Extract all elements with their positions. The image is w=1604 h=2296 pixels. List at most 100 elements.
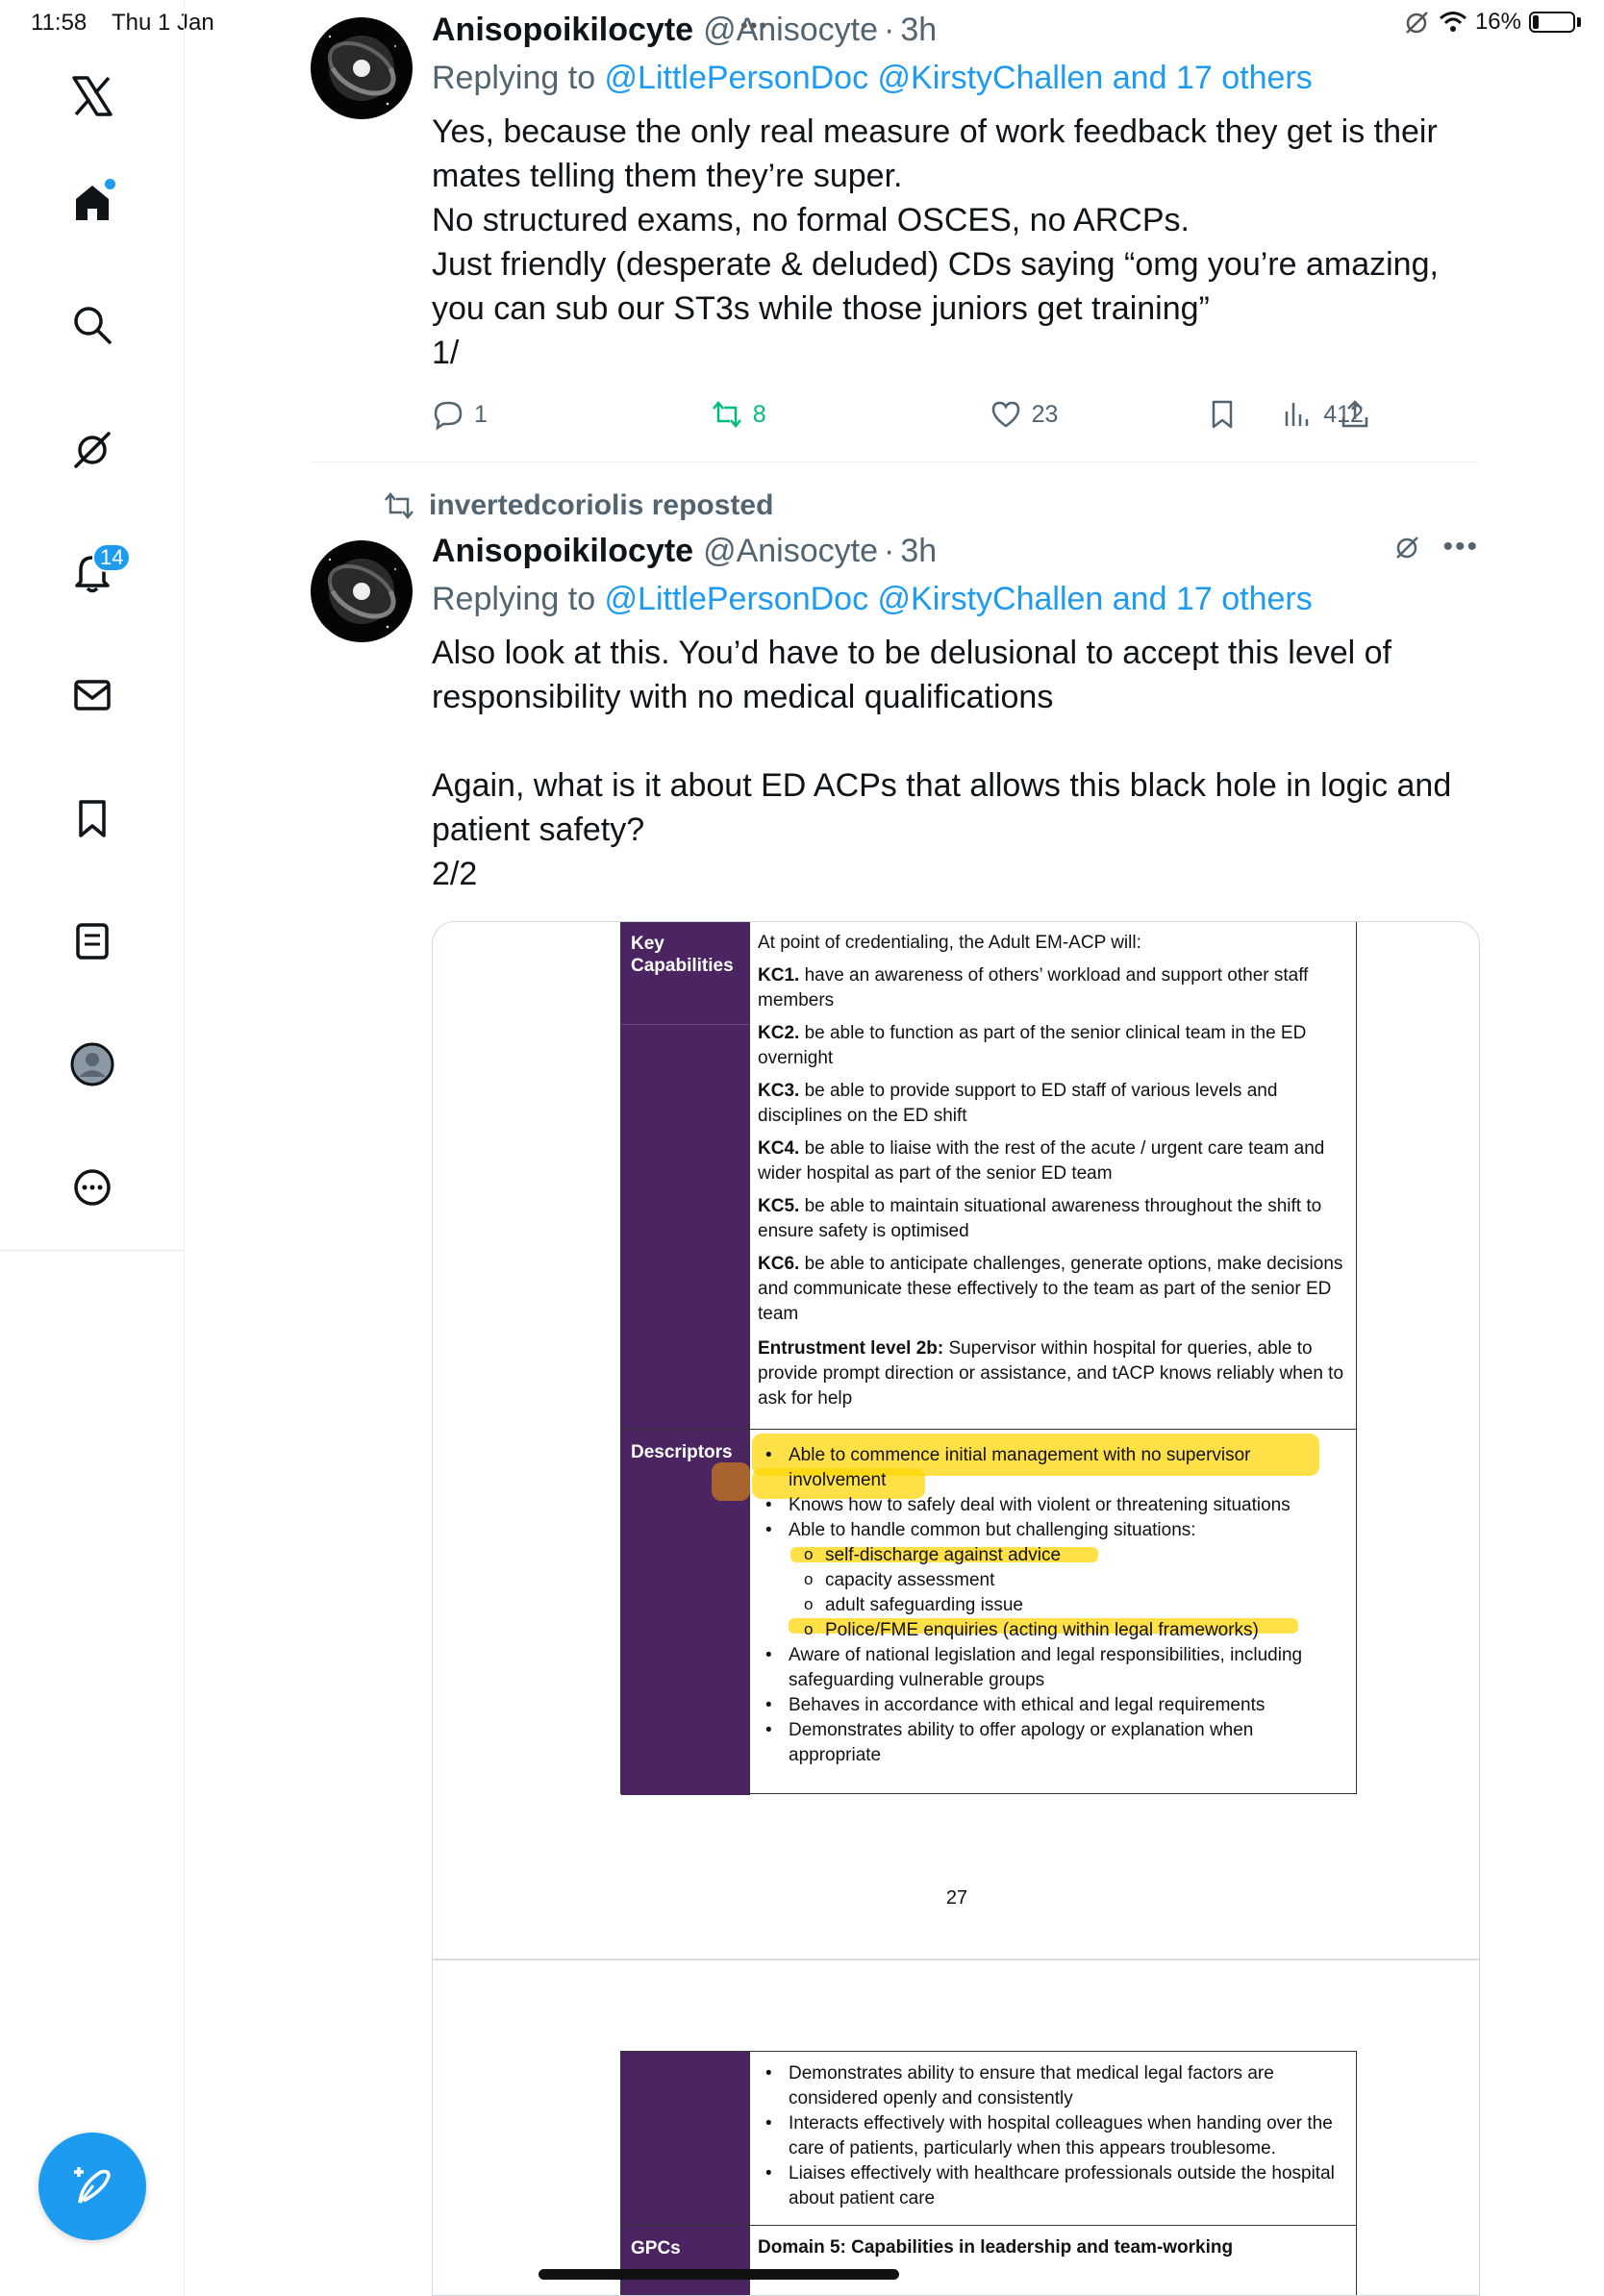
author-name[interactable]: Anisopoikilocyte [432,10,693,50]
page-number: 27 [945,1887,968,1909]
reply-mentions[interactable]: @LittlePersonDoc @KirstyChallen and 17 o… [605,581,1313,617]
more-options-icon[interactable]: ••• [1442,531,1479,563]
descriptor-subitem: self-discharge against advice [758,1542,1348,1568]
list-icon[interactable] [63,912,121,970]
highlight-mark [712,1462,750,1501]
tweet-header-actions: ••• [1392,531,1479,563]
kc-text: be able to maintain situational awarenes… [758,1196,1322,1241]
share-button[interactable] [1339,398,1371,431]
reply-prefix: Replying to [432,581,605,617]
bookmark-icon[interactable] [63,789,121,847]
continued-label-cell [621,2052,749,2225]
heart-icon [991,401,1019,428]
compose-button[interactable] [38,2133,146,2240]
reply-count: 1 [474,400,488,428]
views-icon [1286,403,1309,426]
kc-text: be able to provide support to ED staff o… [758,1081,1278,1126]
timestamp[interactable]: 3h [900,10,937,50]
x-logo-icon[interactable] [63,67,121,125]
descriptor-item: Aware of national legislation and legal … [758,1643,1348,1693]
author-handle[interactable]: @Anisocyte [703,10,878,50]
tweet-image[interactable]: Key Capabilities At point of credentiali… [432,921,1480,2296]
domain-heading: Domain 5: Capabilities in leadership and… [749,2226,1356,2295]
tweet-text: Yes, because the only real measure of wo… [432,113,1439,371]
document-page: Demonstrates ability to ensure that medi… [433,1960,1479,2295]
continued-content: Demonstrates ability to ensure that medi… [749,2052,1356,2225]
descriptors-content: Able to commence initial management with… [712,1430,1356,1795]
home-icon[interactable] [63,173,121,231]
key-capabilities-label: Key Capabilities [621,922,749,1429]
reply-icon [434,401,463,431]
author-name[interactable]: Anisopoikilocyte [432,531,693,571]
tweet-text: Also look at this. You’d have to be delu… [432,635,1452,892]
like-count: 23 [1031,400,1059,428]
reply-button[interactable]: 1 [432,398,488,431]
timeline: Anisopoikilocyte @Anisocyte · 3h Replyin… [186,0,1604,2296]
mail-icon[interactable] [63,666,121,724]
descriptor-item: Interacts effectively with hospital coll… [758,2111,1348,2161]
kc-code: KC6. [758,1254,800,1274]
kc-text: be able to liaise with the rest of the a… [758,1138,1325,1184]
search-icon[interactable] [63,296,121,354]
kc-code: KC2. [758,1023,800,1043]
grok-icon[interactable] [1392,533,1421,562]
avatar[interactable] [311,540,413,642]
descriptor-item: Liaises effectively with healthcare prof… [758,2161,1348,2211]
document-page: Key Capabilities At point of credentiali… [433,922,1479,1959]
replying-to: Replying to @LittlePersonDoc @KirstyChal… [432,58,1479,98]
descriptor-item: Behaves in accordance with ethical and l… [758,1693,1348,1718]
kc-text: have an awareness of others’ workload an… [758,965,1309,1011]
like-button[interactable]: 23 [990,398,1059,431]
repost-icon [712,401,741,428]
descriptor-item: Demonstrates ability to offer apology or… [758,1718,1348,1768]
kc-text: be able to anticipate challenges, genera… [758,1254,1343,1324]
home-indicator[interactable] [539,2269,899,2280]
profile-icon[interactable] [63,1036,121,1093]
capabilities-intro: At point of credentialing, the Adult EM-… [758,933,1141,953]
kc-code: KC5. [758,1196,800,1216]
repost-button[interactable]: 8 [711,398,766,431]
sidebar-divider [0,1250,185,1251]
avatar[interactable] [311,17,413,119]
timestamp[interactable]: 3h [900,531,937,571]
descriptors-row: Descriptors Able to commence initial man… [621,1429,1356,1795]
gpcs-label: GPCs [621,2226,749,2295]
bookmark-button[interactable] [1206,398,1239,431]
sidebar: 14 [0,0,185,2296]
bookmark-icon [1212,400,1233,429]
replying-to: Replying to @LittlePersonDoc @KirstyChal… [432,579,1479,619]
repost-context[interactable]: invertedcoriolis reposted [383,489,773,522]
bell-icon[interactable]: 14 [63,543,132,601]
descriptor-subitem: Police/FME enquiries (acting within lega… [758,1617,1348,1643]
descriptor-subitem: adult safeguarding issue [758,1592,1348,1618]
grok-nav-icon[interactable] [63,420,121,478]
reply-mentions[interactable]: @LittlePersonDoc @KirstyChallen and 17 o… [605,60,1313,96]
share-icon [1341,400,1368,428]
tweet-actions: 1 8 23 412 [432,398,1479,431]
notifications-badge: 14 [92,543,132,572]
repost-label: invertedcoriolis reposted [429,489,774,521]
separator-dot: · [883,12,895,48]
more-icon[interactable] [63,1159,121,1216]
gpcs-row: GPCs Domain 5: Capabilities in leadershi… [621,2225,1356,2295]
compose-icon [74,2167,111,2204]
descriptor-item: Able to handle common but challenging si… [758,1518,1348,1543]
key-capabilities-content: At point of credentialing, the Adult EM-… [749,922,1356,1429]
separator-dot: · [883,533,895,569]
entrustment-label: Entrustment level 2b: [758,1338,944,1359]
descriptor-item: Able to commence initial management with… [758,1443,1348,1493]
capabilities-table: Key Capabilities At point of credentiali… [620,922,1357,1795]
descriptor-item: Demonstrates ability to ensure that medi… [758,2061,1348,2111]
home-unread-dot [105,179,115,189]
descriptor-item: Knows how to safely deal with violent or… [758,1493,1348,1518]
author-handle[interactable]: @Anisocyte [703,531,878,571]
capabilities-table-continued: Demonstrates ability to ensure that medi… [620,2051,1357,2295]
bullets-row: Demonstrates ability to ensure that medi… [621,2052,1356,2225]
kc-code: KC4. [758,1138,800,1159]
cell-divider [621,1024,749,1025]
repost-icon [385,492,414,519]
reply-prefix: Replying to [432,60,605,96]
descriptor-subitem: capacity assessment [758,1567,1348,1593]
key-capabilities-row: Key Capabilities At point of credentiali… [621,922,1356,1429]
repost-count: 8 [752,400,766,428]
